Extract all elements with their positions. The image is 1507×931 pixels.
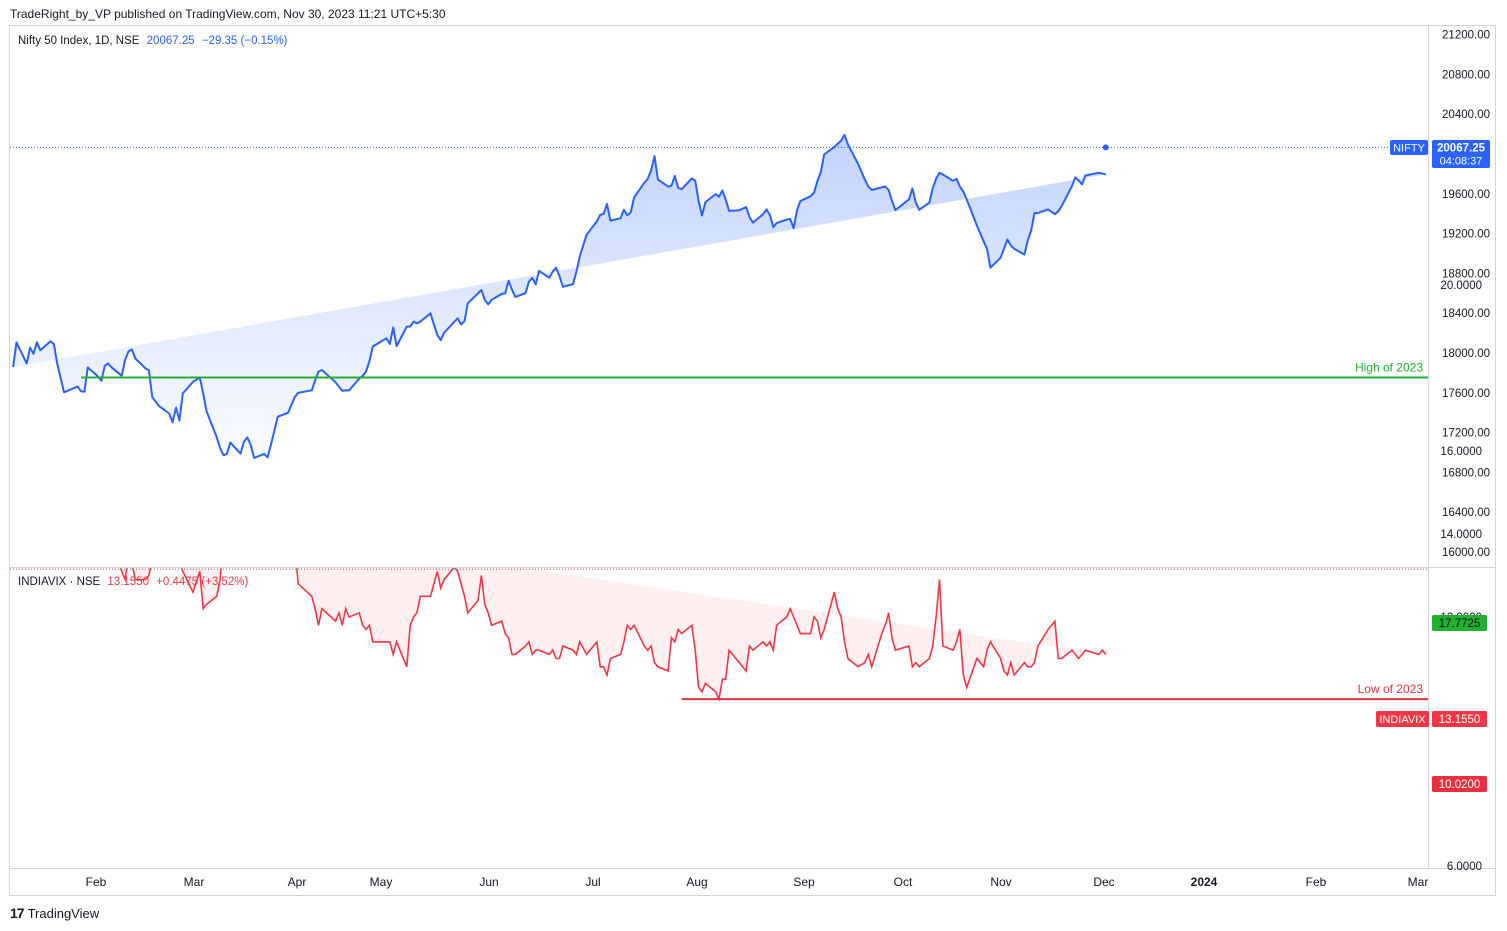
x-axis-tick: Jun [479,875,498,889]
nifty-y-tick: 18400.00 [1442,308,1490,320]
nifty-y-tick: 20400.00 [1442,109,1490,121]
nifty-y-tick: 16000.00 [1442,547,1490,559]
nifty-pane[interactable] [10,133,1428,459]
x-axis-tick: Nov [990,875,1011,889]
vix-fill-below [120,569,1106,700]
x-axis-tick: Feb [86,875,107,889]
nifty-last-value: 20067.25 [146,35,195,47]
nifty-y-tick: 21200.00 [1442,30,1490,42]
nifty-y-tick: 16800.00 [1442,467,1490,479]
x-axis-tick: Oct [894,875,913,889]
nifty-price-value: 20067.25 [1437,143,1486,155]
nifty-y-tick: 16400.00 [1442,507,1490,519]
nifty-change: −29.35 (−0.15%) [201,35,288,47]
nifty-y-tick: 20800.00 [1442,69,1490,81]
nifty-y-tick: 18000.00 [1442,348,1490,360]
low-of-2023-label: Low of 2023 [1358,682,1424,696]
vix-y-tick: 6.0000 [1447,861,1482,873]
x-axis-tick: Mar [1408,875,1429,889]
tradingview-logo-icon: 17 [10,905,25,921]
x-axis-tick: Apr [288,875,307,889]
x-axis-tick: Dec [1093,875,1114,889]
nifty-y-tick: 19200.00 [1442,229,1490,241]
x-axis-tick: Mar [184,875,205,889]
x-axis-tick: Jul [585,875,600,889]
nifty-y-tick: 19600.00 [1442,189,1490,201]
x-axis-tick: 2024 [1191,875,1218,889]
vix-symbol-title: INDIAVIX · NSE [18,576,101,588]
vix-low-label: 10.0200 [1432,776,1487,792]
vix-y-tick: 20.0000 [1440,280,1482,292]
nifty-price-axis[interactable]: 21200.0020800.0020400.0020000.0019600.00… [1442,30,1490,559]
vix-y-tick: 14.0000 [1440,529,1482,541]
vix-last-value: 13.1550 [107,576,149,588]
x-axis-tick: Sep [793,875,815,889]
x-axis-tick: Aug [686,875,707,889]
nifty-symbol-tag: NIFTY [1393,143,1425,155]
nifty-y-tick: 17600.00 [1442,388,1490,400]
vix-high-label: 17.7725 [1432,615,1487,631]
nifty-legend[interactable]: Nifty 50 Index, 1D, NSE 20067.25 −29.35 … [18,35,292,47]
time-axis[interactable]: Feb Mar Apr May Jun Jul Aug Sep Oct Nov Dec 2024 Feb… [86,875,1429,889]
nifty-y-tick: 17200.00 [1442,428,1490,440]
vix-price-label: INDIAVIX 13.1550 [1376,711,1487,727]
nifty-symbol-title: Nifty 50 Index, 1D, NSE [18,35,140,47]
vix-change: +0.4475 (+3.52%) [156,576,249,588]
nifty-price-label: NIFTY 20067.25 04:08:37 [1390,140,1490,168]
nifty-y-tick: 18800.00 [1442,268,1490,280]
bar-countdown: 04:08:37 [1440,156,1483,168]
vix-y-tick: 16.0000 [1440,446,1482,458]
chart-canvas[interactable]: 21200.0020800.0020400.0020000.0019600.00… [0,0,1507,931]
x-axis-tick: Feb [1306,875,1327,889]
nifty-last-point [1102,144,1109,151]
high-of-2023-label: High of 2023 [1355,360,1423,374]
vix-legend[interactable]: INDIAVIX · NSE 13.1550 +0.4475 (+3.52%) [18,576,252,588]
tradingview-brand: TradingView [27,905,100,921]
x-axis-tick: May [370,875,393,889]
vix-low-value: 10.0200 [1439,779,1481,791]
tradingview-footer[interactable]: 17 TradingView [10,905,99,921]
vix-price-value: 13.1550 [1439,714,1481,726]
vix-high-value: 17.7725 [1439,618,1481,630]
vix-symbol-tag: INDIAVIX [1379,714,1426,726]
